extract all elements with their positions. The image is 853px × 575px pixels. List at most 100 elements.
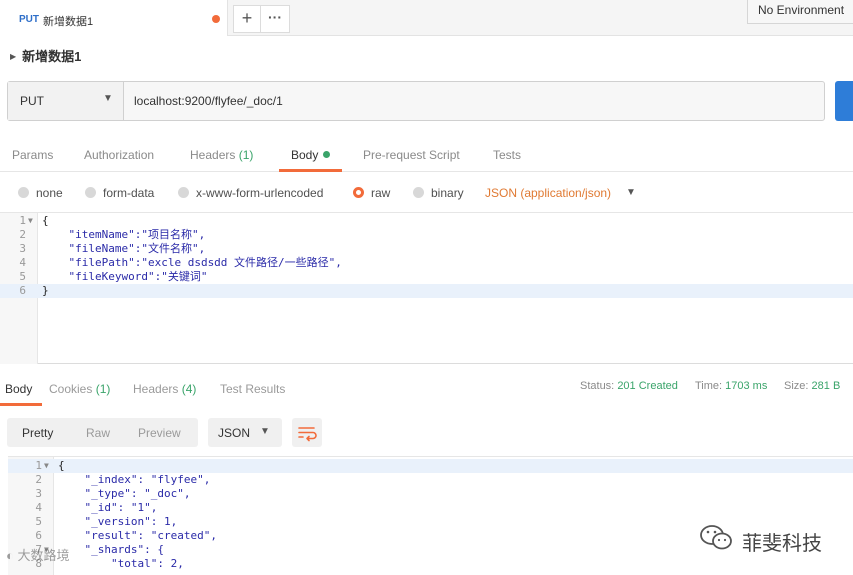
code-line: 3 "fileName":"文件名称", <box>0 242 853 256</box>
code-text: "_id": "1", <box>58 501 158 514</box>
radio-label: none <box>36 186 63 200</box>
tab-tests[interactable]: Tests <box>493 148 521 162</box>
radio-form-data[interactable]: form-data <box>85 186 154 200</box>
radio-none[interactable]: none <box>18 186 63 200</box>
new-tab-button[interactable]: + <box>233 5 261 33</box>
method-select[interactable]: PUT ▼ <box>8 82 124 120</box>
line-number: 3 <box>35 487 42 500</box>
active-tab-underline <box>279 169 342 172</box>
radio-icon <box>18 187 29 198</box>
line-number: 1 <box>19 214 26 227</box>
line-number: 2 <box>35 473 42 486</box>
code-text: "result": "created", <box>58 529 217 542</box>
radio-label: form-data <box>103 186 155 200</box>
view-mode-group: Pretty Raw Preview <box>7 418 198 447</box>
tab-title: 新增数据1 <box>43 16 94 28</box>
preview-button[interactable]: Preview <box>138 426 181 440</box>
tab-response-headers[interactable]: Headers (4) <box>133 382 196 396</box>
radio-selected-icon <box>353 187 364 198</box>
radio-label: binary <box>431 186 464 200</box>
tab-label: Body <box>291 148 319 162</box>
environment-select[interactable]: No Environment <box>747 0 853 24</box>
line-number: 4 <box>19 256 26 269</box>
tab-bar: PUT 新增数据1 + ··· No Environment <box>0 0 853 36</box>
line-number: 6 <box>35 529 42 542</box>
tab-cookies[interactable]: Cookies (1) <box>49 382 110 396</box>
line-number: 4 <box>35 501 42 514</box>
tab-label: Headers <box>190 148 236 162</box>
body-format-select[interactable]: JSON (application/json) <box>485 186 611 200</box>
raw-button[interactable]: Raw <box>86 426 110 440</box>
fold-toggle-icon[interactable]: ▼ <box>28 214 33 228</box>
request-tab[interactable]: PUT 新增数据1 <box>0 0 228 36</box>
response-body-viewer[interactable]: 1 ▼ { 2 "_index": "flyfee", 3 "_type": "_d… <box>8 456 853 575</box>
radio-raw[interactable]: raw <box>353 186 390 200</box>
status-label: Status: <box>580 380 615 392</box>
line-number: 2 <box>19 228 26 241</box>
send-button[interactable] <box>835 81 853 121</box>
code-line-current: 6} <box>0 284 853 298</box>
active-dot-icon <box>323 151 331 158</box>
radio-icon <box>413 187 424 198</box>
wrap-icon <box>298 427 317 442</box>
url-bar: PUT ▼ localhost:9200/flyfee/_doc/1 <box>7 81 825 121</box>
radio-x-www-form-urlencoded[interactable]: x-www-form-urlencoded <box>178 186 323 200</box>
tab-headers[interactable]: Headers (1) <box>190 148 253 162</box>
code-text: "_index": "flyfee", <box>58 473 211 486</box>
plus-icon: + <box>241 8 253 28</box>
chevron-down-icon[interactable]: ▼ <box>626 187 636 198</box>
code-text: "fileKeyword":"关键词" <box>42 270 208 283</box>
url-input[interactable]: localhost:9200/flyfee/_doc/1 <box>134 94 283 108</box>
request-name-label: 新增数据1 <box>22 49 82 64</box>
tab-label: Test Results <box>220 382 286 396</box>
tab-test-results[interactable]: Test Results <box>220 382 285 396</box>
active-tab-underline <box>0 403 42 406</box>
code-text: } <box>42 284 49 297</box>
tab-authorization[interactable]: Authorization <box>84 148 154 162</box>
request-body-editor[interactable]: 1 ▼ { 2 "itemName":"项目名称", 3 "fileName":"文… <box>0 212 853 364</box>
tab-label: Headers <box>133 382 179 396</box>
radio-icon <box>85 187 96 198</box>
code-line: 8 "total": 2, <box>8 557 853 571</box>
radio-binary[interactable]: binary <box>413 186 464 200</box>
size-label: Size: <box>784 380 809 392</box>
code-text: "itemName":"项目名称", <box>42 228 206 241</box>
tab-body[interactable]: Body <box>291 148 331 162</box>
code-text: { <box>58 459 65 472</box>
response-format-select[interactable]: JSON ▼ <box>208 418 282 447</box>
request-tabs: Params Authorization Headers (1) Body Pr… <box>0 136 853 172</box>
wechat-icon <box>700 525 732 550</box>
watermark-brand-text: 菲斐科技 <box>742 533 822 555</box>
size-readout: Size: 281 B <box>784 380 840 392</box>
wrap-lines-button[interactable] <box>292 418 322 447</box>
size-value: 281 B <box>811 380 841 392</box>
body-type-radios: none form-data x-www-form-urlencoded raw… <box>0 176 853 212</box>
line-number: 5 <box>19 270 26 283</box>
caret-right-icon: ▶ <box>10 52 17 61</box>
tab-label: Tests <box>493 148 522 162</box>
code-line: 1 ▼ { <box>0 214 853 228</box>
fold-toggle-icon[interactable]: ▼ <box>44 459 49 473</box>
tab-method: PUT <box>19 14 39 25</box>
time-readout: Time: 1703 ms <box>695 380 767 392</box>
status-readout: Status: 201 Created <box>580 380 678 392</box>
unsaved-dot-icon <box>212 15 220 23</box>
more-tabs-button[interactable]: ··· <box>261 5 290 33</box>
watermark-logo-icon: ◐ <box>6 548 18 563</box>
watermark-left: ◐ 大数路境 <box>6 545 69 564</box>
code-text: "_version": 1, <box>58 515 178 528</box>
tab-pre-request-script[interactable]: Pre-request Script <box>363 148 460 162</box>
pretty-button[interactable]: Pretty <box>22 426 53 440</box>
chevron-down-icon: ▼ <box>260 426 270 437</box>
request-name[interactable]: ▶ 新增数据1 <box>10 46 81 65</box>
ellipsis-icon: ··· <box>268 9 282 25</box>
time-label: Time: <box>695 380 723 392</box>
tab-response-body[interactable]: Body <box>5 382 32 396</box>
time-value: 1703 ms <box>725 380 768 392</box>
code-line: 4 "_id": "1", <box>8 501 853 515</box>
code-line: 3 "_type": "_doc", <box>8 487 853 501</box>
tab-label: Pre-request Script <box>363 148 460 162</box>
watermark-left-text: 大数路境 <box>17 548 70 563</box>
tab-params[interactable]: Params <box>12 148 53 162</box>
code-text: "_shards": { <box>58 543 164 556</box>
